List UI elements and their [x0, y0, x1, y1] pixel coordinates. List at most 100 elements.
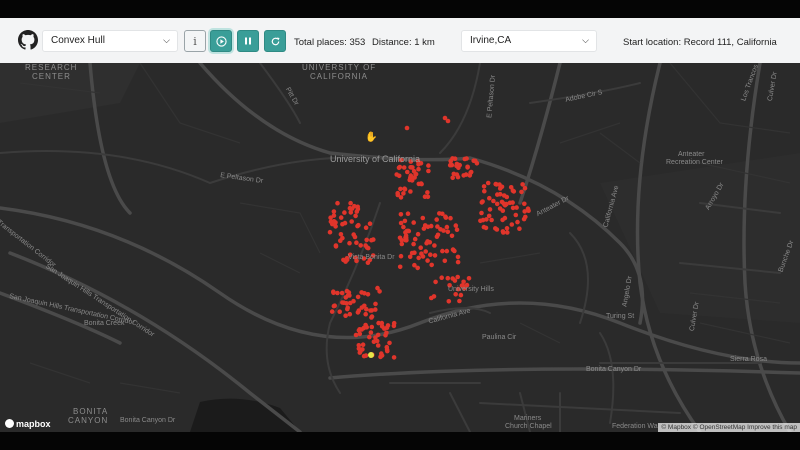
place-marker — [425, 190, 430, 195]
place-marker — [466, 276, 472, 281]
toolbar: Convex Hull ⌵ i Total places: 353 Distan… — [0, 18, 800, 64]
map-label: CALIFORNIA — [310, 72, 369, 81]
place-marker — [407, 254, 413, 260]
place-marker — [420, 215, 426, 221]
place-marker — [365, 245, 371, 251]
place-marker — [382, 326, 387, 331]
place-marker — [501, 230, 506, 235]
place-marker — [432, 243, 437, 248]
map-label: Bonita Canyon Dr — [120, 417, 176, 424]
place-marker — [409, 165, 414, 170]
place-marker — [433, 279, 438, 285]
map-label: Mariners — [514, 415, 542, 422]
place-marker — [328, 219, 334, 224]
place-marker — [411, 241, 416, 247]
place-marker — [458, 292, 464, 298]
hand-cursor-icon: ✋ — [365, 132, 378, 143]
place-marker — [327, 229, 333, 235]
place-marker — [511, 189, 517, 194]
place-marker — [500, 208, 506, 213]
play-button[interactable] — [210, 30, 232, 52]
place-marker — [522, 201, 527, 207]
play-icon — [215, 35, 227, 47]
place-marker — [521, 216, 527, 222]
place-marker — [359, 327, 365, 332]
place-marker — [405, 228, 411, 234]
reset-button[interactable] — [264, 30, 286, 52]
place-marker — [371, 237, 376, 242]
pause-icon — [245, 37, 251, 45]
place-marker — [364, 237, 370, 243]
place-marker — [335, 200, 340, 206]
place-marker — [413, 171, 419, 177]
city-select[interactable]: Irvine,CA ⌵ — [461, 30, 597, 52]
place-marker — [457, 298, 462, 304]
place-marker — [418, 181, 424, 186]
place-marker — [354, 209, 360, 214]
place-marker — [339, 290, 345, 296]
total-places-text: Total places: 353 — [294, 37, 366, 48]
place-marker — [463, 172, 469, 177]
city-select-value: Irvine,CA — [470, 35, 512, 46]
place-marker — [383, 333, 388, 338]
place-marker — [481, 184, 487, 189]
place-marker — [347, 311, 353, 317]
map-canvas[interactable]: RESEARCH CENTER UNIVERSITY OF CALIFORNIA… — [0, 63, 800, 432]
place-marker — [513, 212, 519, 218]
map-label: CENTER — [32, 72, 71, 81]
place-marker — [438, 227, 443, 232]
place-marker — [375, 332, 381, 338]
place-marker — [502, 215, 508, 221]
place-marker — [408, 173, 414, 178]
place-marker — [416, 255, 422, 261]
place-marker — [401, 224, 406, 230]
place-marker — [408, 189, 413, 194]
mapbox-logo[interactable]: mapbox — [5, 419, 51, 429]
place-marker — [425, 258, 430, 263]
place-marker — [351, 232, 357, 237]
place-marker — [341, 257, 346, 263]
place-marker — [440, 248, 445, 254]
pause-button[interactable] — [237, 30, 259, 52]
place-marker — [337, 309, 343, 314]
place-marker — [397, 164, 403, 170]
github-icon[interactable] — [18, 30, 38, 50]
place-marker — [422, 194, 428, 199]
place-marker — [440, 211, 445, 217]
place-marker — [375, 343, 381, 348]
place-marker — [442, 258, 448, 264]
place-marker — [347, 240, 352, 246]
place-marker — [345, 305, 351, 310]
map-label: Anteater — [678, 151, 705, 158]
place-marker — [479, 200, 485, 205]
map-attribution[interactable]: © Mapbox © OpenStreetMap Improve this ma… — [658, 423, 800, 432]
place-marker — [363, 225, 369, 230]
place-marker — [482, 188, 487, 194]
place-marker — [344, 288, 350, 294]
place-marker — [403, 237, 408, 243]
place-marker — [509, 222, 515, 227]
place-marker — [462, 156, 468, 162]
place-marker — [404, 125, 410, 131]
start-location-marker[interactable] — [368, 352, 374, 358]
map-label: Turing St — [606, 313, 635, 320]
place-marker — [355, 294, 361, 300]
place-marker — [401, 191, 406, 196]
place-marker — [416, 166, 421, 172]
algorithm-select[interactable]: Convex Hull ⌵ — [42, 30, 178, 52]
info-button[interactable]: i — [184, 30, 206, 52]
place-marker — [405, 211, 411, 216]
place-marker — [487, 207, 493, 212]
refresh-icon — [271, 36, 280, 45]
map-label: Recreation Center — [666, 159, 723, 166]
place-marker — [331, 289, 336, 294]
place-marker — [455, 254, 461, 260]
place-marker — [443, 215, 449, 220]
place-marker — [331, 303, 337, 309]
place-marker — [412, 250, 417, 255]
start-location-text: Start location: Record 111, California — [623, 37, 777, 48]
map-label: UNIVERSITY OF — [302, 63, 377, 72]
mapbox-icon — [5, 419, 14, 428]
place-marker — [369, 314, 375, 319]
place-marker — [397, 264, 403, 270]
